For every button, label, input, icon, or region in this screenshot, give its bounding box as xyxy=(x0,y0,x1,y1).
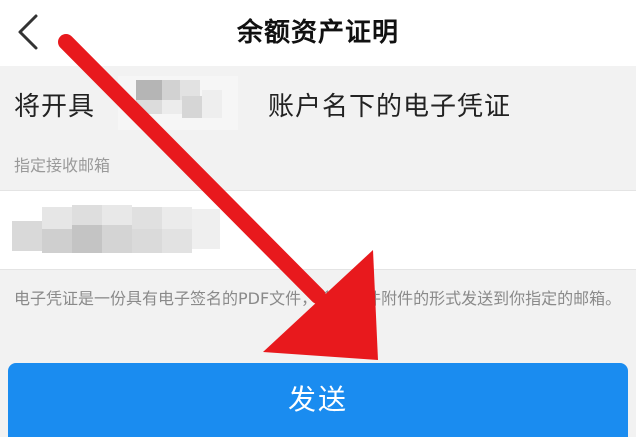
redacted-account-name xyxy=(118,76,238,130)
issue-statement: 将开具 账户名下的电子凭证 xyxy=(0,68,636,138)
email-field-label: 指定接收邮箱 xyxy=(14,156,111,175)
issue-prefix-text: 将开具 xyxy=(14,92,96,122)
page-title: 余额资产证明 xyxy=(236,18,399,48)
navigation-bar: 余额资产证明 xyxy=(0,0,636,66)
redacted-email-value xyxy=(12,197,282,257)
send-button[interactable]: 发送 xyxy=(8,363,628,437)
description-text: 电子凭证是一份具有电子签名的PDF文件，将以邮件附件的形式发送到你指定的邮箱。 xyxy=(14,289,622,308)
email-input[interactable] xyxy=(0,190,636,270)
screen-root: 余额资产证明 将开具 账户名下的电子凭证 指定接收邮箱 电子凭证是一份具有电子签… xyxy=(0,0,636,437)
issue-suffix-text: 账户名下的电子凭证 xyxy=(268,92,512,122)
